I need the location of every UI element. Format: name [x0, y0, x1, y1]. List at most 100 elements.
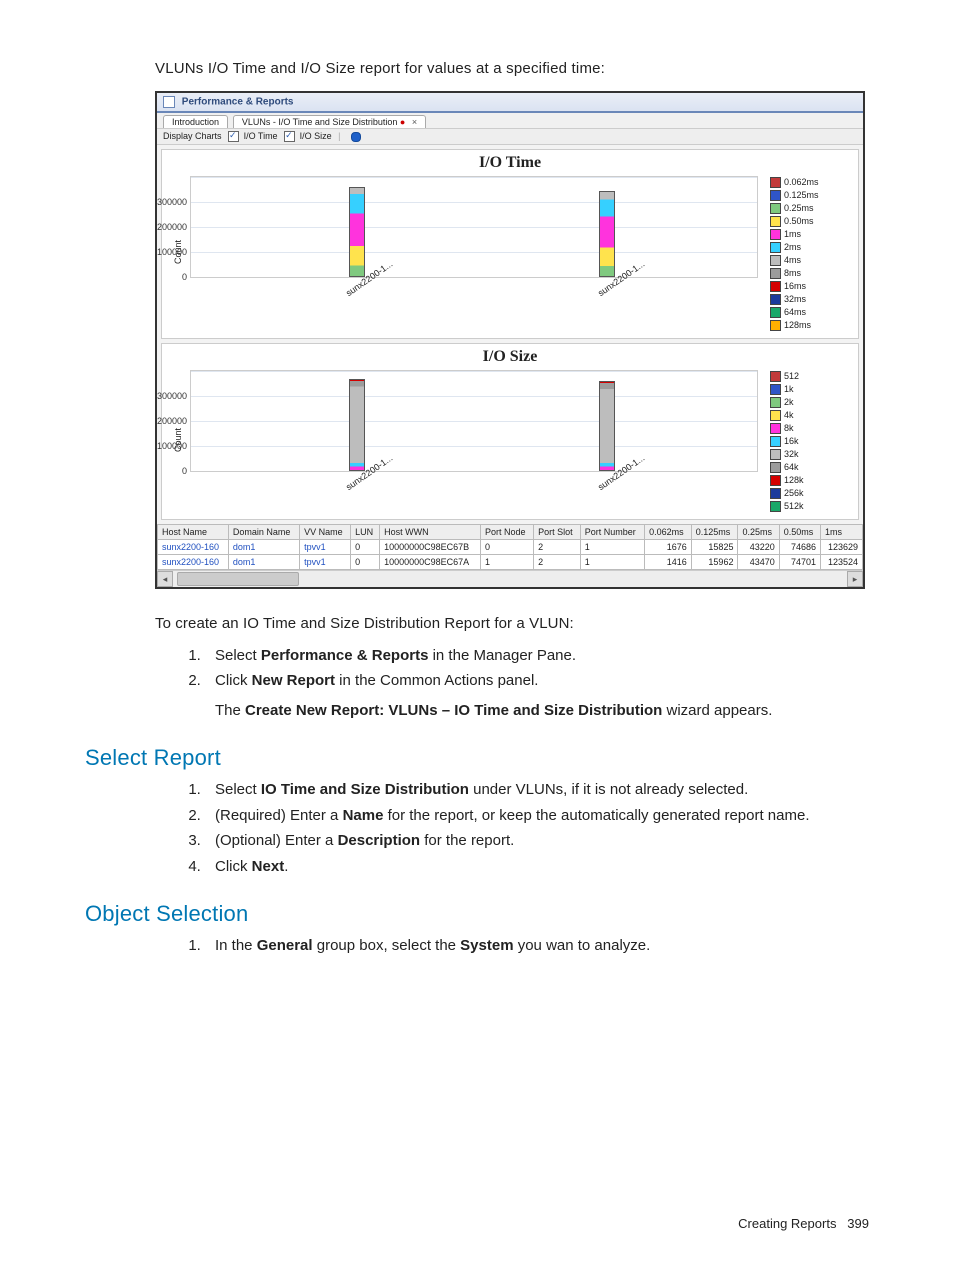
cell: 0 [351, 540, 380, 555]
window-title: Performance & Reports [182, 97, 294, 108]
y-tick: 300000 [149, 197, 187, 207]
instructions-list: Select Performance & Reports in the Mana… [155, 643, 869, 724]
object-selection-list: In the General group box, select the Sys… [155, 933, 869, 959]
cell: 15825 [691, 540, 738, 555]
col-header[interactable]: 0.25ms [738, 525, 779, 540]
chart-bar [349, 187, 365, 277]
cell: 1416 [645, 555, 692, 570]
cell: 15962 [691, 555, 738, 570]
section-select-report: Select Report [85, 745, 869, 771]
checkbox-io-time[interactable] [228, 131, 239, 142]
chart-io-size: I/O Size Count 0 100000 200000 300000 su… [161, 343, 859, 520]
display-charts-label: Display Charts [163, 131, 222, 141]
chart-legend: 512 1k 2k 4k 8k 16k 32k 64k 128k 256k 51… [762, 366, 854, 513]
intro-caption: VLUNs I/O Time and I/O Size report for v… [155, 60, 869, 77]
cell: tpvv1 [300, 555, 351, 570]
cell: dom1 [228, 555, 299, 570]
col-header[interactable]: Port Node [480, 525, 533, 540]
cell: 1 [480, 555, 533, 570]
cell: 43470 [738, 555, 779, 570]
chart-bar [349, 379, 365, 471]
data-table-wrapper: Host Name Domain Name VV Name LUN Host W… [157, 524, 863, 570]
cell: sunx2200-160 [158, 540, 229, 555]
chart-plot-area: 0 100000 200000 300000 [190, 370, 758, 472]
col-header[interactable]: 1ms [821, 525, 863, 540]
checkbox-io-time-label: I/O Time [244, 131, 278, 141]
chart-toolbar: Display Charts I/O Time I/O Size | [157, 128, 863, 145]
chart-plot-area: 0 100000 200000 300000 [190, 176, 758, 278]
col-header[interactable]: Domain Name [228, 525, 299, 540]
checkbox-io-size-label: I/O Size [300, 131, 332, 141]
cell: 0 [480, 540, 533, 555]
col-header[interactable]: Port Number [580, 525, 644, 540]
y-tick: 0 [149, 466, 187, 476]
screenshot-panel: Performance & Reports Introduction VLUNs… [155, 91, 865, 589]
cell: 74686 [779, 540, 820, 555]
cell: tpvv1 [300, 540, 351, 555]
horizontal-scrollbar[interactable]: ◂ ▸ [157, 570, 863, 587]
cell: dom1 [228, 540, 299, 555]
cell: 1 [580, 540, 644, 555]
col-header[interactable]: 0.125ms [691, 525, 738, 540]
cell: 10000000C98EC67B [380, 540, 481, 555]
cell: 123524 [821, 555, 863, 570]
scroll-left-icon[interactable]: ◂ [157, 571, 173, 587]
col-header[interactable]: 0.062ms [645, 525, 692, 540]
cell: 74701 [779, 555, 820, 570]
info-dot-icon[interactable] [351, 132, 361, 142]
chart-bar [599, 381, 615, 471]
x-axis-labels: sunx2200-1... sunx2200-1... [190, 472, 762, 504]
close-icon[interactable]: × [412, 117, 417, 127]
col-header[interactable]: Port Slot [534, 525, 581, 540]
tab-vluns[interactable]: VLUNs - I/O Time and Size Distribution ●… [233, 115, 426, 128]
col-header[interactable]: 0.50ms [779, 525, 820, 540]
list-item: Select Performance & Reports in the Mana… [205, 643, 869, 669]
chart-title: I/O Size [166, 348, 854, 366]
table-row[interactable]: sunx2200-160 dom1 tpvv1 0 10000000C98EC6… [158, 555, 863, 570]
table-header-row: Host Name Domain Name VV Name LUN Host W… [158, 525, 863, 540]
footer-page-number: 399 [847, 1216, 869, 1231]
select-report-list: Select IO Time and Size Distribution und… [155, 777, 869, 879]
cell: 10000000C98EC67A [380, 555, 481, 570]
col-header[interactable]: LUN [351, 525, 380, 540]
tab-label: VLUNs - I/O Time and Size Distribution [242, 117, 398, 127]
toolbar-separator: | [338, 131, 340, 141]
section-object-selection: Object Selection [85, 901, 869, 927]
y-tick: 300000 [149, 391, 187, 401]
data-table: Host Name Domain Name VV Name LUN Host W… [157, 524, 863, 570]
tab-introduction[interactable]: Introduction [163, 115, 228, 128]
cell: 0 [351, 555, 380, 570]
x-axis-labels: sunx2200-1... sunx2200-1... [190, 278, 762, 310]
y-tick: 100000 [149, 441, 187, 451]
table-row[interactable]: sunx2200-160 dom1 tpvv1 0 10000000C98EC6… [158, 540, 863, 555]
chart-legend: 0.062ms 0.125ms 0.25ms 0.50ms 1ms 2ms 4m… [762, 172, 854, 332]
chart-title: I/O Time [166, 154, 854, 172]
scroll-thumb[interactable] [177, 572, 299, 586]
tab-strip: Introduction VLUNs - I/O Time and Size D… [157, 113, 863, 128]
y-axis-label: Count [166, 366, 190, 513]
col-header[interactable]: Host WWN [380, 525, 481, 540]
cell: 1 [580, 555, 644, 570]
scroll-right-icon[interactable]: ▸ [847, 571, 863, 587]
y-tick: 200000 [149, 222, 187, 232]
page-footer: Creating Reports 399 [738, 1216, 869, 1231]
footer-label: Creating Reports [738, 1216, 836, 1231]
chart-io-time: I/O Time Count 0 100000 200000 300000 [161, 149, 859, 339]
cell: 2 [534, 540, 581, 555]
col-header[interactable]: VV Name [300, 525, 351, 540]
list-item: (Required) Enter a Name for the report, … [205, 803, 869, 829]
y-tick: 0 [149, 272, 187, 282]
cell: 1676 [645, 540, 692, 555]
list-item: Click Next. [205, 854, 869, 880]
col-header[interactable]: Host Name [158, 525, 229, 540]
cell: 123629 [821, 540, 863, 555]
checkbox-io-size[interactable] [284, 131, 295, 142]
instructions-intro: To create an IO Time and Size Distributi… [155, 611, 869, 637]
chart-bar [599, 191, 615, 277]
list-item: In the General group box, select the Sys… [205, 933, 869, 959]
record-dot-icon: ● [400, 117, 405, 127]
window-titlebar: Performance & Reports [157, 93, 863, 113]
y-tick: 200000 [149, 416, 187, 426]
tab-label: Introduction [172, 117, 219, 127]
list-item: Select IO Time and Size Distribution und… [205, 777, 869, 803]
